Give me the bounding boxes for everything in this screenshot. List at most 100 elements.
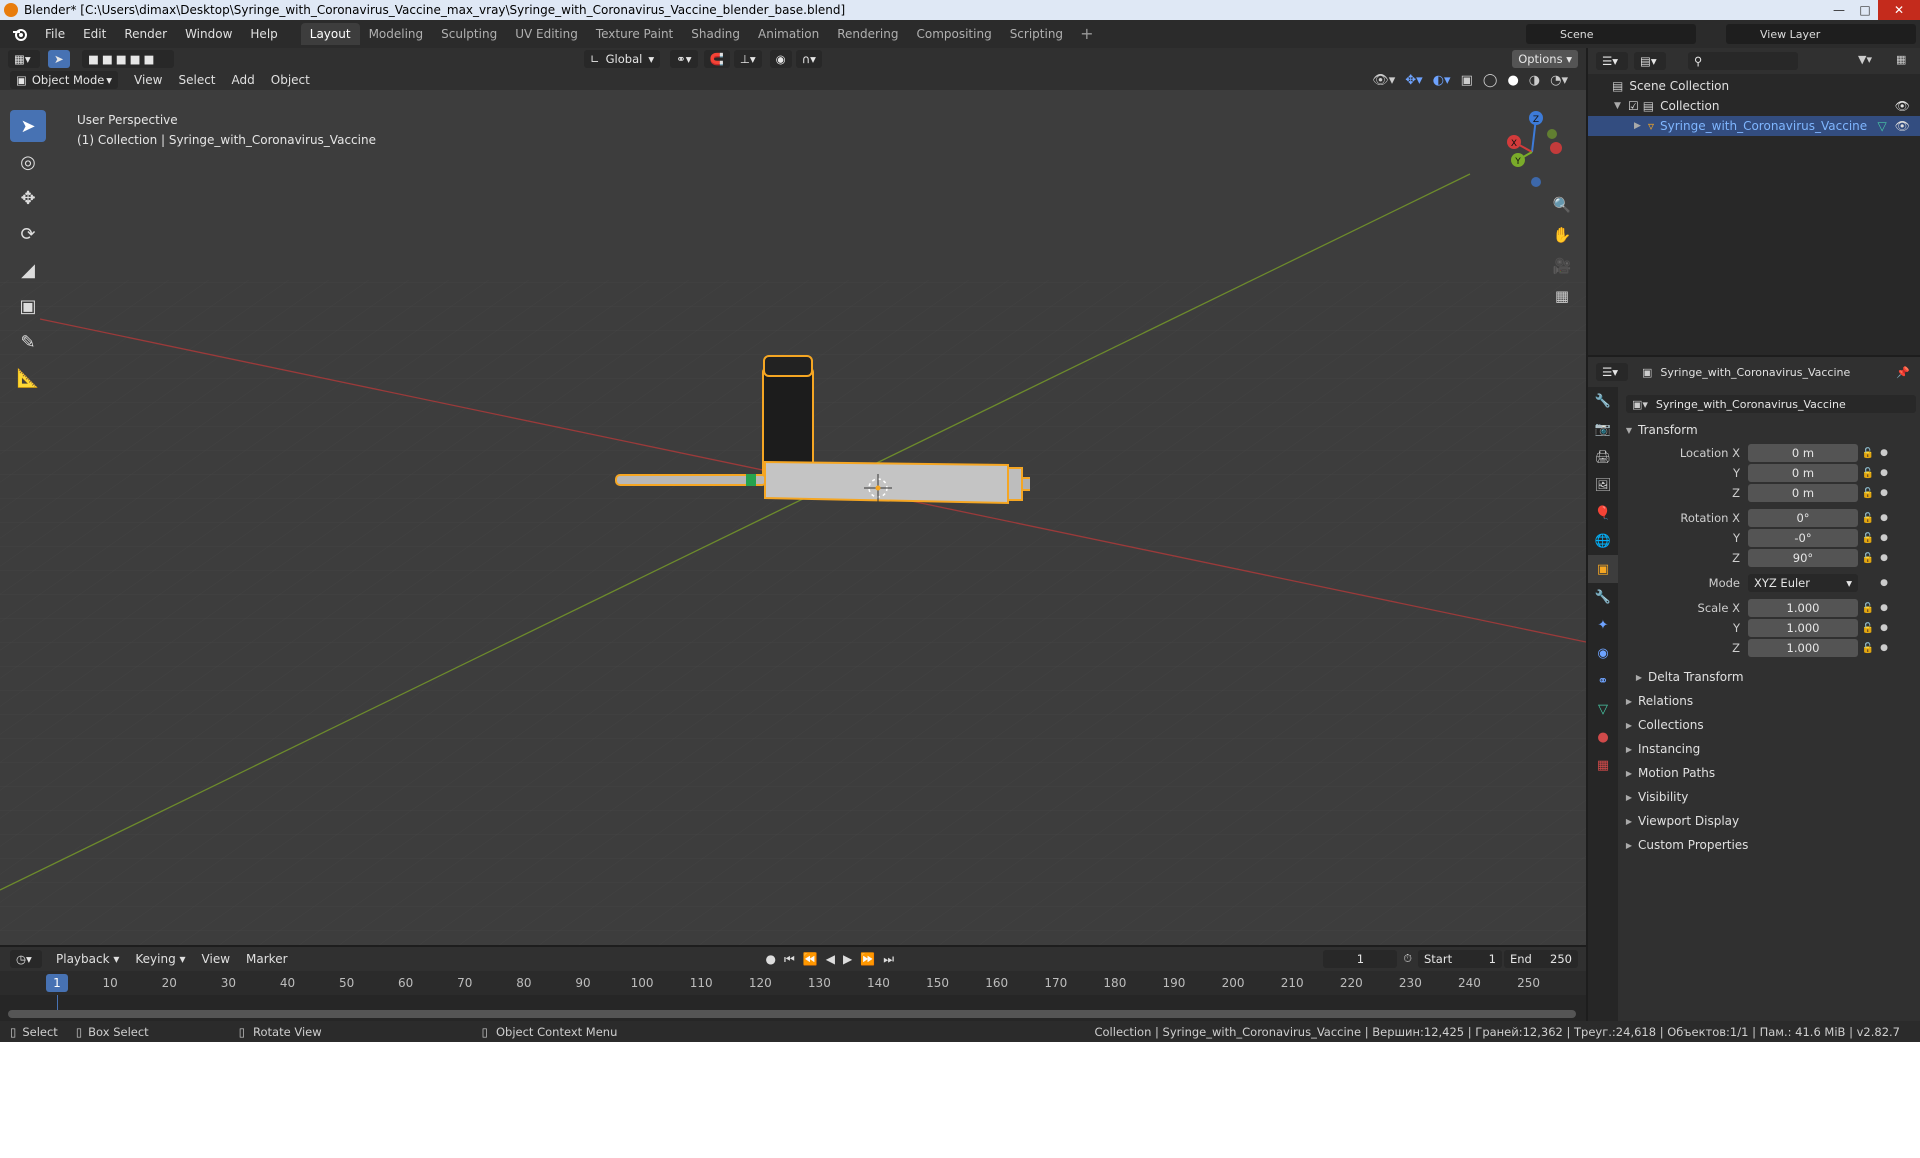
render-tab-icon[interactable]: 📷	[1588, 415, 1618, 443]
location-z-field[interactable]: 0 m	[1748, 484, 1858, 502]
rotation-x-field[interactable]: 0°	[1748, 509, 1858, 527]
ortho-grid-icon[interactable]: ▦	[1548, 283, 1576, 309]
object-name-field[interactable]: ▣▾ Syringe_with_Coronavirus_Vaccine	[1626, 395, 1916, 413]
gizmo-toggle-icon[interactable]: ✥▾	[1405, 73, 1422, 88]
scale-x-field[interactable]: 1.000	[1748, 599, 1858, 617]
timeline-scrollbar[interactable]	[8, 1010, 1576, 1018]
tab-rendering[interactable]: Rendering	[828, 23, 907, 45]
material-tab-icon[interactable]: ●	[1588, 723, 1618, 751]
output-tab-icon[interactable]: 🖨	[1588, 443, 1618, 471]
expand-arrow-icon[interactable]: ▶	[1634, 121, 1648, 131]
solid-shading-icon[interactable]: ●	[1507, 73, 1518, 88]
keyframe-dot-icon[interactable]: ●	[1878, 488, 1890, 498]
lock-icon[interactable]: 🔓	[1858, 513, 1878, 524]
menu-help[interactable]: Help	[241, 20, 286, 48]
measure-tool[interactable]: 📐	[10, 362, 46, 394]
instancing-panel-header[interactable]: ▶ Instancing	[1620, 739, 1920, 759]
tool-tab-icon[interactable]: 🔧	[1588, 387, 1618, 415]
start-frame-field[interactable]: Start 1	[1418, 950, 1502, 968]
snap-toggle[interactable]: 🧲	[703, 50, 730, 68]
transform-orientation-dropdown[interactable]: ∟ Global ▾	[584, 50, 661, 68]
annotate-tool[interactable]: ✎	[10, 326, 46, 358]
viewport-menu-object[interactable]: Object	[263, 73, 318, 87]
menu-edit[interactable]: Edit	[74, 20, 115, 48]
delta-transform-subpanel[interactable]: ▶ Delta Transform	[1620, 667, 1920, 687]
texture-tab-icon[interactable]: ▦	[1588, 751, 1618, 779]
viewport-menu-view[interactable]: View	[126, 73, 170, 87]
stopwatch-icon[interactable]: ⏱	[1403, 952, 1412, 966]
tab-sculpting[interactable]: Sculpting	[432, 23, 506, 45]
keyframe-dot-icon[interactable]: ●	[1878, 533, 1890, 543]
viewport-display-panel-header[interactable]: ▶ Viewport Display	[1620, 811, 1920, 831]
rendered-shading-icon[interactable]: ◔▾	[1550, 73, 1568, 88]
current-frame-marker[interactable]: 1	[46, 974, 68, 992]
scale-z-field[interactable]: 1.000	[1748, 639, 1858, 657]
world-tab-icon[interactable]: 🌐	[1588, 527, 1618, 555]
expand-arrow-icon[interactable]: ▼	[1614, 101, 1628, 111]
material-shading-icon[interactable]: ◑	[1529, 73, 1540, 88]
lock-icon[interactable]: 🔓	[1858, 623, 1878, 634]
transform-tool[interactable]: ▣	[10, 290, 46, 322]
close-button[interactable]: ✕	[1878, 0, 1920, 20]
constraints-tab-icon[interactable]: ⚭	[1588, 667, 1618, 695]
outliner-scene-collection[interactable]: ▤ Scene Collection	[1588, 76, 1920, 96]
particles-tab-icon[interactable]: ✦	[1588, 611, 1618, 639]
keyframe-dot-icon[interactable]: ●	[1878, 553, 1890, 563]
zoom-icon[interactable]: 🔍	[1548, 192, 1576, 218]
rotation-mode-dropdown[interactable]: XYZ Euler ▾	[1748, 574, 1858, 592]
cursor-tool[interactable]: ◎	[10, 146, 46, 178]
viewport-menu-select[interactable]: Select	[170, 73, 223, 87]
timeline-menu-view[interactable]: View	[194, 952, 238, 966]
snap-target-button[interactable]: ⊥▾	[733, 50, 762, 68]
lock-icon[interactable]: 🔓	[1858, 553, 1878, 564]
lock-icon[interactable]: 🔓	[1858, 643, 1878, 654]
lock-icon[interactable]: 🔓	[1858, 468, 1878, 479]
overlay-toggle-icon[interactable]: ◐▾	[1433, 73, 1451, 88]
collections-panel-header[interactable]: ▶ Collections	[1620, 715, 1920, 735]
keyframe-dot-icon[interactable]: ●	[1878, 513, 1890, 523]
pivot-point-button[interactable]: ⚭▾	[670, 50, 698, 68]
lock-icon[interactable]: 🔓	[1858, 488, 1878, 499]
data-tab-icon[interactable]: ▽	[1588, 695, 1618, 723]
filter-icon[interactable]: ▼▾	[1858, 53, 1872, 66]
tab-layout[interactable]: Layout	[300, 23, 360, 45]
wireframe-shading-icon[interactable]: ◯	[1483, 73, 1498, 88]
menu-file[interactable]: File	[36, 20, 74, 48]
transform-panel-header[interactable]: ▼ Transform	[1620, 420, 1920, 440]
tab-uv-editing[interactable]: UV Editing	[506, 23, 587, 45]
relations-panel-header[interactable]: ▶ Relations	[1620, 691, 1920, 711]
view-layer-tab-icon[interactable]: 🖼	[1588, 471, 1618, 499]
tab-texture-paint[interactable]: Texture Paint	[587, 23, 682, 45]
visibility-icon[interactable]: 👁▾	[1372, 73, 1395, 88]
timeline-menu-playback[interactable]: Playback ▾	[48, 952, 127, 966]
eye-icon[interactable]: 👁	[1895, 119, 1910, 133]
lock-icon[interactable]: 🔓	[1858, 448, 1878, 459]
blender-menu-icon[interactable]	[10, 24, 30, 44]
navigation-gizmo[interactable]: Z X Y	[1500, 110, 1570, 190]
outliner-search-input[interactable]: ⚲	[1688, 52, 1798, 70]
falloff-button[interactable]: ∩▾	[795, 50, 822, 68]
object-tab-icon[interactable]: ▣	[1588, 555, 1618, 583]
timeline-editor-type-button[interactable]: ◷▾	[10, 950, 42, 968]
tab-scripting[interactable]: Scripting	[1001, 23, 1072, 45]
tab-modeling[interactable]: Modeling	[360, 23, 433, 45]
display-mode-button[interactable]: ▤▾	[1634, 52, 1666, 70]
play-icon[interactable]: ▶	[843, 952, 852, 967]
keyframe-dot-icon[interactable]: ●	[1878, 603, 1890, 613]
pin-icon[interactable]: 📌	[1896, 366, 1910, 379]
keyframe-dot-icon[interactable]: ●	[1878, 578, 1890, 588]
end-frame-field[interactable]: End 250	[1504, 950, 1578, 968]
keyframe-dot-icon[interactable]: ●	[1878, 448, 1890, 458]
keyframe-dot-icon[interactable]: ●	[1878, 623, 1890, 633]
tab-compositing[interactable]: Compositing	[907, 23, 1000, 45]
new-collection-icon[interactable]: ▦	[1896, 53, 1906, 66]
timeline-menu-marker[interactable]: Marker	[238, 952, 295, 966]
proportional-editing-toggle[interactable]: ◉	[769, 50, 792, 68]
select-box-tool[interactable]: ➤	[10, 110, 46, 142]
camera-view-icon[interactable]: 🎥	[1548, 253, 1576, 279]
outliner-editor-type-button[interactable]: ☰▾	[1596, 52, 1628, 70]
tab-animation[interactable]: Animation	[749, 23, 828, 45]
location-x-field[interactable]: 0 m	[1748, 444, 1858, 462]
eye-icon[interactable]: 👁	[1895, 99, 1910, 113]
jump-start-icon[interactable]: ⏮	[784, 952, 795, 967]
